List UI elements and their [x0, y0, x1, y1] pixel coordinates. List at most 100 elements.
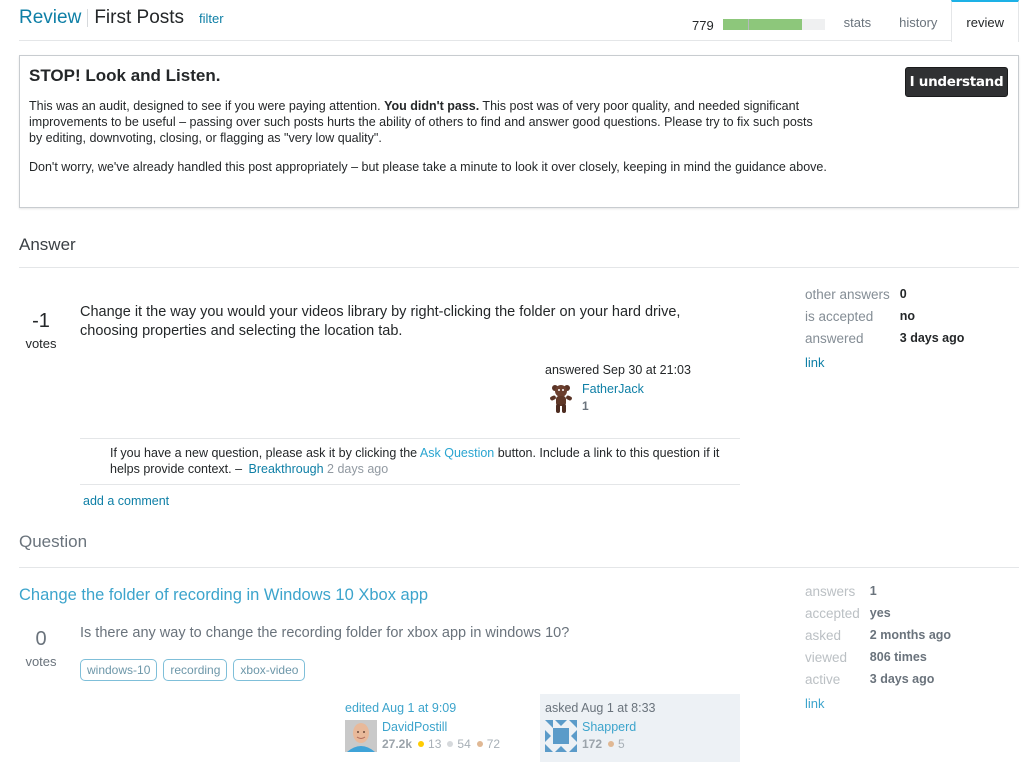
question-divider [19, 567, 1019, 568]
bronze-badge-count: 5 [618, 737, 625, 751]
question-title-link[interactable]: Change the folder of recording in Window… [19, 586, 428, 605]
answer-user-reputation: 1 [582, 399, 589, 413]
stat-value: yes [869, 606, 891, 620]
editor-avatar-icon[interactable] [345, 720, 377, 752]
audit-message-start: This was an audit, designed to see if yo… [29, 99, 385, 113]
add-comment-link[interactable]: add a comment [83, 494, 169, 508]
stat-row: accepted yes [805, 602, 951, 624]
stat-value: 806 times [869, 650, 927, 664]
stat-value: 3 days ago [899, 331, 965, 345]
header-title: Review First Posts filter [19, 7, 224, 29]
stat-key: answers [805, 583, 856, 599]
question-votes: 0 [35, 628, 47, 650]
review-link[interactable]: Review [19, 7, 81, 29]
answered-time: answered Sep 30 at 21:03 [545, 363, 691, 377]
teddy-bear-avatar-icon[interactable] [545, 382, 577, 414]
stat-row: active 3 days ago [805, 668, 951, 690]
stat-row: answers 1 [805, 580, 951, 602]
tab-review[interactable]: review [951, 0, 1019, 42]
identicon-avatar-icon[interactable] [545, 720, 577, 752]
progress-fill [723, 19, 802, 30]
comment-user-link[interactable]: Breakthrough [249, 462, 324, 476]
tag-recording[interactable]: recording [163, 659, 228, 681]
silver-badge-icon [447, 741, 454, 748]
editor-rep-score: 27.2k [382, 737, 413, 751]
asker-signature: asked Aug 1 at 8:33 Shapperd 172 5 [540, 694, 740, 762]
filter-link[interactable]: filter [199, 11, 224, 26]
gold-badge-icon [418, 741, 425, 748]
answer-section-title: Answer [19, 235, 1019, 268]
comment-item: If you have a new question, please ask i… [110, 445, 740, 477]
bronze-badge-icon [608, 741, 615, 748]
stat-value: no [899, 309, 916, 323]
review-count: 779 [692, 18, 714, 33]
stat-row: other answers 0 [805, 283, 964, 305]
audit-failure-notice: STOP! Look and Listen. This was an audit… [19, 55, 1019, 208]
audit-reassurance: Don't worry, we've already handled this … [29, 160, 827, 174]
tab-stats[interactable]: stats [830, 0, 885, 41]
answer-signature: answered Sep 30 at 21:03 FatherJack 1 [545, 363, 745, 416]
asker-user-link[interactable]: Shapperd [582, 720, 636, 734]
answer-user-link[interactable]: FatherJack [582, 382, 644, 396]
review-header: Review First Posts filter 779 stats hist… [19, 0, 1019, 42]
review-tabs: stats history review [830, 0, 1019, 42]
stat-key: accepted [805, 605, 860, 621]
stat-key: is accepted [805, 308, 874, 324]
answer-permalink[interactable]: link [805, 355, 964, 370]
silver-badge-count: 54 [457, 737, 471, 751]
edited-time-link[interactable]: edited Aug 1 at 9:09 [345, 701, 525, 715]
comment-list: If you have a new question, please ask i… [80, 438, 740, 485]
comment-time: 2 days ago [327, 462, 389, 476]
audit-fail-text: You didn't pass. [384, 99, 480, 113]
ask-question-link[interactable]: Ask Question [420, 446, 494, 460]
tab-history[interactable]: history [885, 0, 951, 41]
question-stats: answers 1 accepted yes asked 2 months ago v… [805, 580, 951, 712]
audit-message: This was an audit, designed to see if yo… [29, 98, 829, 146]
stat-value: 3 days ago [869, 672, 935, 686]
gold-badge-count: 13 [428, 737, 442, 751]
asker-user-card: Shapperd 172 5 [545, 720, 735, 754]
comment-text-start: If you have a new question, please ask i… [110, 446, 420, 460]
bronze-badge-icon [476, 741, 483, 748]
audit-title: STOP! Look and Listen. [29, 66, 221, 85]
stat-row: viewed 806 times [805, 646, 951, 668]
stat-row: asked 2 months ago [805, 624, 951, 646]
votes-label: votes [25, 336, 57, 351]
stat-key: active [805, 671, 841, 687]
editor-signature: edited Aug 1 at 9:09 DavidPostill 27.2k 1… [345, 701, 525, 754]
tag-xbox-video[interactable]: xbox-video [233, 659, 306, 681]
editor-user-card: DavidPostill 27.2k 13 54 72 [345, 720, 525, 754]
asked-time: asked Aug 1 at 8:33 [545, 701, 656, 715]
question-body: Is there any way to change the recording… [80, 625, 570, 641]
editor-reputation: 27.2k 13 54 72 [382, 737, 500, 751]
answer-body: Change it the way you would your videos … [80, 304, 681, 339]
question-permalink[interactable]: link [805, 696, 951, 711]
stat-key: answered [805, 330, 864, 346]
votes-label: votes [25, 654, 57, 669]
stat-key: asked [805, 627, 842, 643]
stat-value: 0 [899, 287, 907, 301]
editor-user-link[interactable]: DavidPostill [382, 720, 447, 734]
tag-windows-10[interactable]: windows-10 [80, 659, 158, 681]
asker-rep-score: 172 [582, 737, 603, 751]
title-separator [87, 9, 89, 27]
answer-vote-count: -1 votes [19, 310, 63, 351]
i-understand-button[interactable]: I understand [905, 67, 1008, 97]
question-section-title: Question [19, 532, 88, 551]
stat-key: viewed [805, 649, 848, 665]
question-vote-count: 0 votes [19, 628, 63, 669]
question-tags: windows-10 recording xbox-video [80, 659, 306, 681]
answer-votes: -1 [32, 310, 50, 332]
review-progress-bar [723, 19, 825, 30]
answer-stats: other answers 0 is accepted no answered 3 d… [805, 283, 964, 371]
answer-user-card: FatherJack 1 [545, 382, 745, 416]
queue-title[interactable]: First Posts [94, 7, 184, 29]
bronze-badge-count: 72 [486, 737, 501, 751]
stat-value: 1 [869, 584, 877, 598]
asker-reputation: 172 5 [582, 737, 625, 751]
stat-row: is accepted no [805, 305, 964, 327]
stat-value: 2 months ago [869, 628, 952, 642]
stat-row: answered 3 days ago [805, 327, 964, 349]
progress-tick [748, 19, 749, 30]
stat-key: other answers [805, 286, 890, 302]
